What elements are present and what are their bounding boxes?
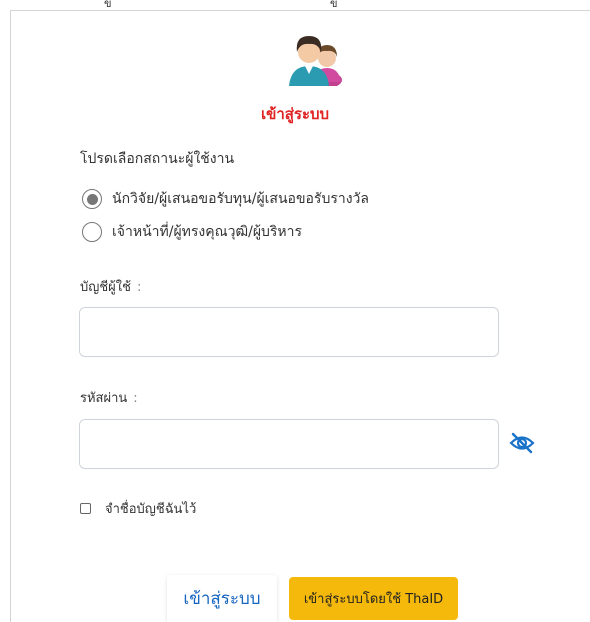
radio-selected-dot — [86, 193, 98, 205]
password-label-row: รหัสผ่าน: — [80, 387, 138, 408]
remember-label: จำชื่อบัญชีฉันไว้ — [105, 502, 197, 517]
thaid-login-button[interactable]: เข้าสู่ระบบโดยใช้ ThaID — [289, 577, 458, 620]
user-type-prompt: โปรดเลือกสถานะผู้ใช้งาน — [80, 151, 235, 167]
page-title: เข้าสู่ระบบ — [260, 105, 330, 123]
remember-checkbox[interactable] — [80, 503, 91, 514]
radio-researcher[interactable]: นักวิจัย/ผู้เสนอขอรับทุน/ผู้เสนอขอรับราง… — [82, 188, 369, 210]
login-button[interactable]: เข้าสู่ระบบ — [167, 575, 277, 622]
username-label-row: บัญชีผู้ใช้: — [80, 276, 141, 297]
eye-slash-icon[interactable] — [508, 431, 536, 455]
top-marks: ข ข — [0, 0, 590, 12]
username-label: บัญชีผู้ใช้ — [80, 280, 131, 295]
top-mark-right: ข — [330, 0, 338, 10]
radio-researcher-circle[interactable] — [82, 189, 102, 209]
radio-officer-circle[interactable] — [82, 222, 102, 242]
radio-researcher-label: นักวิจัย/ผู้เสนอขอรับทุน/ผู้เสนอขอรับราง… — [112, 191, 369, 207]
password-label: รหัสผ่าน — [80, 391, 128, 406]
radio-officer-label: เจ้าหน้าที่/ผู้ทรงคุณวุฒิ/ผู้บริหาร — [112, 224, 303, 240]
password-input[interactable] — [79, 419, 499, 469]
users-avatar-icon — [289, 36, 342, 86]
top-mark-left: ข — [104, 0, 112, 10]
username-colon: : — [136, 280, 142, 295]
radio-officer[interactable]: เจ้าหน้าที่/ผู้ทรงคุณวุฒิ/ผู้บริหาร — [82, 221, 302, 243]
password-colon: : — [133, 391, 138, 406]
remember-me[interactable]: จำชื่อบัญชีฉันไว้ — [80, 498, 196, 519]
username-input[interactable] — [79, 307, 499, 357]
